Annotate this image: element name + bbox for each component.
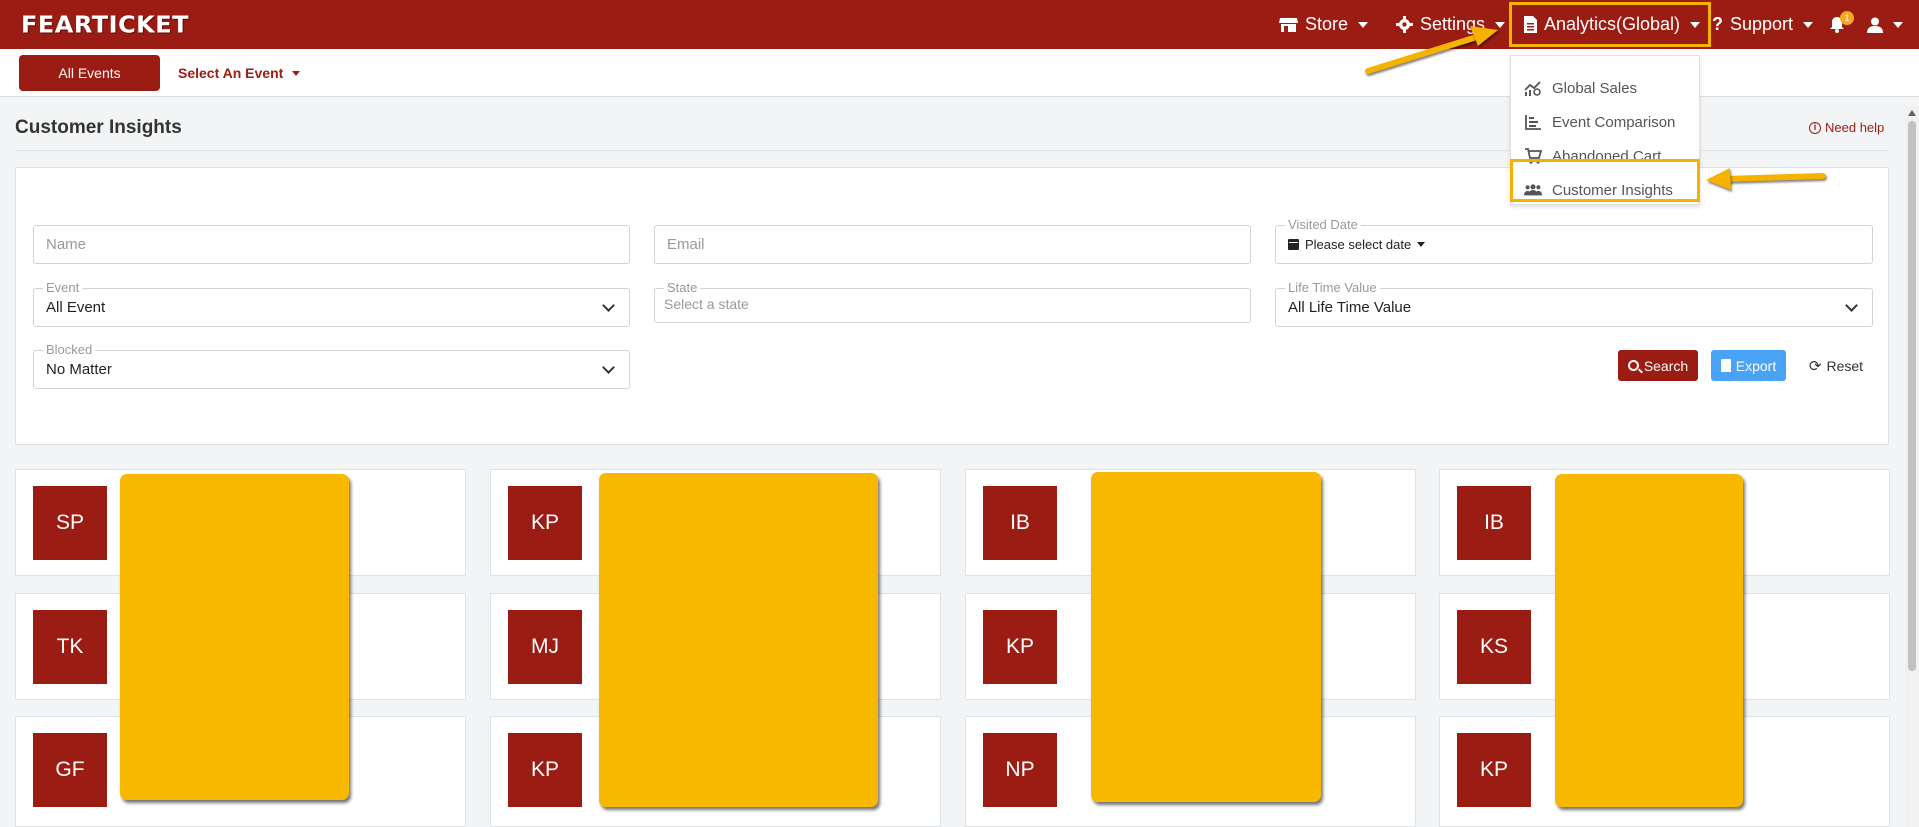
nav-store-label: Store xyxy=(1305,14,1349,34)
refresh-icon: ⟳ xyxy=(1808,357,1822,375)
nav-analytics-menu[interactable]: Analytics(Global) xyxy=(1509,2,1712,47)
nav-support-menu[interactable]: ? Support xyxy=(1712,0,1814,49)
caret-down-icon xyxy=(1495,21,1506,28)
highlight-box xyxy=(1510,159,1700,202)
chart-up-icon xyxy=(1524,81,1541,96)
email-input[interactable]: Email xyxy=(654,225,1251,264)
life-time-value-value: All Life Time Value xyxy=(1288,299,1412,316)
name-placeholder: Name xyxy=(46,236,87,253)
export-button[interactable]: Export xyxy=(1711,350,1786,381)
store-icon xyxy=(1279,17,1298,32)
redaction-block xyxy=(120,474,349,800)
select-event-label: Select An Event xyxy=(178,65,284,81)
event-select[interactable]: Event All Event xyxy=(33,281,630,327)
customer-initials-avatar: KP xyxy=(983,610,1057,684)
email-placeholder: Email xyxy=(667,236,705,253)
nav-settings-menu[interactable]: Settings xyxy=(1396,0,1506,49)
caret-down-icon xyxy=(1893,21,1903,28)
need-help-label: Need help xyxy=(1825,120,1885,135)
name-input[interactable]: Name xyxy=(33,225,630,264)
caret-down-icon xyxy=(1358,21,1369,28)
visited-date-picker[interactable]: Visited Date Please select date xyxy=(1275,218,1873,264)
customer-initials-avatar: SP xyxy=(33,486,107,560)
caret-down-icon xyxy=(1803,21,1814,28)
caret-down-icon xyxy=(1690,21,1701,28)
user-menu[interactable] xyxy=(1867,0,1903,49)
gear-icon xyxy=(1396,16,1413,33)
menu-item-event-comparison[interactable]: Event Comparison xyxy=(1511,107,1701,137)
scrollbar-thumb[interactable] xyxy=(1908,121,1916,671)
brand-logo[interactable]: FEARTICKET xyxy=(21,12,189,39)
life-time-value-label: Life Time Value xyxy=(1285,281,1380,295)
nav-analytics-label: Analytics(Global) xyxy=(1544,14,1681,34)
blocked-select[interactable]: Blocked No Matter xyxy=(33,343,630,389)
search-button-label: Search xyxy=(1643,357,1689,374)
question-icon: ? xyxy=(1712,14,1723,34)
event-label: Event xyxy=(43,281,83,295)
search-icon xyxy=(1627,360,1639,371)
redaction-block xyxy=(1091,472,1321,802)
search-button[interactable]: Search xyxy=(1618,350,1698,381)
nav-support-label: Support xyxy=(1730,14,1794,34)
need-help-link[interactable]: i Need help xyxy=(1809,120,1884,135)
chevron-down-icon xyxy=(1845,299,1858,312)
menu-item-global-sales[interactable]: Global Sales xyxy=(1511,73,1701,103)
chevron-down-icon xyxy=(602,361,615,374)
info-icon: i xyxy=(1809,121,1821,134)
customer-initials-avatar: KP xyxy=(508,486,582,560)
caret-down-icon xyxy=(292,70,301,76)
page-scrollbar[interactable] xyxy=(1905,107,1919,827)
state-select[interactable]: State Select a state xyxy=(654,281,1251,323)
visited-date-value-group: Please select date xyxy=(1288,237,1426,252)
nav-store-menu[interactable]: Store xyxy=(1279,0,1369,49)
scroll-up-arrow-icon[interactable] xyxy=(1908,110,1916,116)
menu-item-label: Event Comparison xyxy=(1552,113,1676,131)
blocked-label: Blocked xyxy=(43,343,96,357)
file-export-icon xyxy=(1720,359,1731,372)
bar-chart-icon xyxy=(1525,115,1541,130)
caret-down-icon xyxy=(1417,242,1426,247)
state-label: State xyxy=(664,281,701,295)
customer-initials-avatar: TK xyxy=(33,610,107,684)
customer-initials-avatar: GF xyxy=(33,733,107,807)
notification-count-badge: 1 xyxy=(1840,11,1854,25)
export-button-label: Export xyxy=(1735,357,1777,374)
document-icon xyxy=(1524,16,1537,33)
chevron-down-icon xyxy=(602,299,615,312)
page-title: Customer Insights xyxy=(15,117,182,138)
user-icon xyxy=(1867,17,1883,33)
visited-date-value: Please select date xyxy=(1305,237,1412,252)
customer-initials-avatar: KS xyxy=(1457,610,1531,684)
customer-initials-avatar: IB xyxy=(983,486,1057,560)
calendar-icon xyxy=(1288,239,1299,250)
redaction-block xyxy=(1555,474,1743,807)
reset-button-label: Reset xyxy=(1826,357,1864,374)
customer-initials-avatar: MJ xyxy=(508,610,582,684)
life-time-value-select[interactable]: Life Time Value All Life Time Value xyxy=(1275,281,1873,327)
menu-item-label: Global Sales xyxy=(1552,79,1638,97)
reset-button[interactable]: ⟳ Reset xyxy=(1803,350,1869,381)
all-events-button[interactable]: All Events xyxy=(19,55,160,91)
state-placeholder: Select a state xyxy=(664,296,749,312)
customer-initials-avatar: IB xyxy=(1457,486,1531,560)
event-value: All Event xyxy=(46,299,106,316)
blocked-value: No Matter xyxy=(46,361,112,378)
customer-initials-avatar: NP xyxy=(983,733,1057,807)
notifications-button[interactable] xyxy=(1829,0,1845,49)
customer-initials-avatar: KP xyxy=(508,733,582,807)
top-navbar: FEARTICKET Store Settings Analytics(Glob… xyxy=(0,0,1919,49)
redaction-block xyxy=(599,473,878,807)
select-event-dropdown[interactable]: Select An Event xyxy=(178,65,301,81)
visited-date-label: Visited Date xyxy=(1285,218,1361,232)
nav-settings-label: Settings xyxy=(1420,14,1486,34)
customer-initials-avatar: KP xyxy=(1457,733,1531,807)
